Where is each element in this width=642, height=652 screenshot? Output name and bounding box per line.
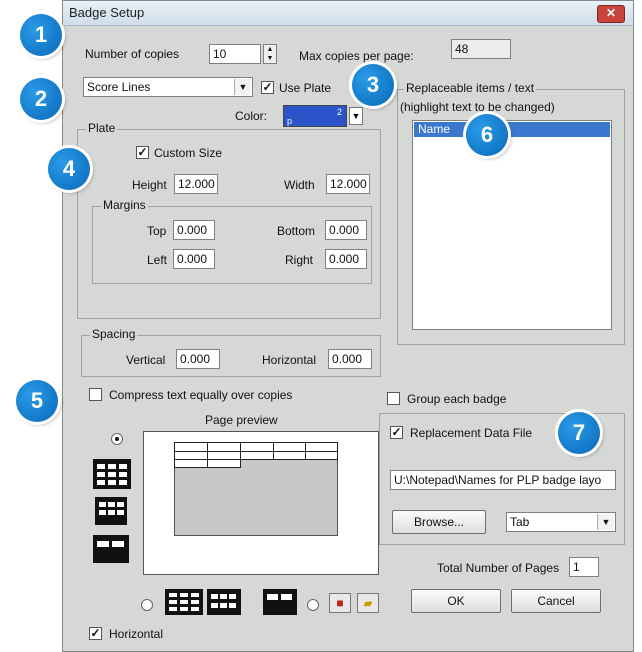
preview-cell — [174, 459, 208, 468]
margins-group-label: Margins — [101, 198, 148, 212]
list-item[interactable]: Name — [414, 122, 610, 137]
replaceable-group-label: Replaceable items / text — [404, 81, 537, 95]
custom-size-label: Custom Size — [154, 146, 223, 160]
plate-group: Plate ✓ Custom Size Height 12.000 Width … — [77, 121, 381, 319]
use-plate-label: Use Plate — [279, 81, 332, 95]
preview-cell — [240, 451, 274, 460]
callout-badge-4: 4 — [48, 148, 90, 190]
color-label: Color: — [235, 109, 268, 123]
spacing-group: Spacing Vertical 0.000 Horizontal 0.000 — [81, 327, 381, 377]
color-value: p — [287, 116, 293, 126]
delimiter-select[interactable]: Tab ▼ — [506, 512, 616, 532]
right-input[interactable]: 0.000 — [325, 249, 367, 269]
callout-badge-6: 6 — [466, 114, 508, 156]
custom-size-checkbox[interactable]: ✓ — [136, 146, 149, 159]
height-label: Height — [132, 178, 167, 192]
preview-cell — [207, 459, 241, 468]
delimiter-value: Tab — [510, 515, 530, 529]
horizontal-spacing-input[interactable]: 0.000 — [328, 349, 372, 369]
horizontal-spacing-label: Horizontal — [262, 353, 317, 367]
right-label: Right — [285, 253, 314, 267]
custom-layout-radio[interactable] — [307, 599, 319, 611]
replaceable-group: Replaceable items / text (highlight text… — [397, 81, 625, 345]
layout-select-value: Score Lines — [87, 80, 151, 94]
callout-badge-5: 5 — [16, 380, 58, 422]
grid-large-icon[interactable] — [93, 535, 129, 563]
width-label: Width — [284, 178, 315, 192]
copies-stepper[interactable]: ▲ ▼ — [263, 44, 277, 64]
replaceable-listbox[interactable]: Name — [412, 120, 612, 330]
group-each-label: Group each badge — [407, 392, 507, 406]
vertical-layout-radio[interactable] — [111, 433, 123, 445]
bottom-input[interactable]: 0.000 — [325, 220, 367, 240]
total-pages-label: Total Number of Pages — [437, 561, 560, 575]
left-input[interactable]: 0.000 — [173, 249, 215, 269]
close-button[interactable]: ✕ — [597, 5, 625, 23]
replacement-label: Replacement Data File — [410, 426, 533, 440]
horizontal-label: Horizontal — [109, 627, 164, 641]
group-each-checkbox[interactable] — [387, 392, 400, 405]
color-dropdown-arrow[interactable]: ▼ — [349, 107, 363, 125]
color-index: 2 — [336, 107, 342, 117]
cancel-button[interactable]: Cancel — [511, 589, 601, 613]
copies-input[interactable]: 10 — [209, 44, 261, 64]
page-preview — [143, 431, 379, 575]
margins-group: Margins Top 0.000 Bottom 0.000 Left 0.00… — [92, 198, 372, 284]
preview-cell — [273, 451, 306, 460]
use-plate-checkbox[interactable]: ✓ — [261, 81, 274, 94]
callout-badge-7: 7 — [558, 412, 600, 454]
left-label: Left — [147, 253, 168, 267]
max-copies-label: Max copies per page: — [299, 49, 414, 63]
top-label: Top — [147, 224, 167, 238]
callout-badge-2: 2 — [20, 78, 62, 120]
layout-select[interactable]: Score Lines ▼ — [83, 77, 253, 97]
replaceable-hint: (highlight text to be changed) — [400, 100, 555, 114]
total-pages-value: 1 — [569, 557, 599, 577]
copies-label: Number of copies — [85, 47, 180, 61]
bottom-label: Bottom — [277, 224, 316, 238]
replacement-checkbox[interactable]: ✓ — [390, 426, 403, 439]
color-swatch[interactable]: p 2 — [283, 105, 347, 127]
height-input[interactable]: 12.000 — [174, 174, 218, 194]
window-title: Badge Setup — [69, 5, 145, 20]
compress-label: Compress text equally over copies — [109, 388, 293, 402]
callout-badge-1: 1 — [20, 14, 62, 56]
title-bar: Badge Setup ✕ — [63, 1, 633, 26]
spacing-group-label: Spacing — [90, 327, 138, 341]
grid-2x3-horizontal-icon[interactable] — [207, 589, 241, 615]
max-copies-value: 48 — [451, 39, 511, 59]
open-folder-icon[interactable]: ▰ — [357, 593, 379, 613]
page-preview-label: Page preview — [205, 413, 278, 427]
preview-cell — [305, 451, 338, 460]
horizontal-layout-radio[interactable] — [141, 599, 153, 611]
chevron-down-icon[interactable]: ▼ — [234, 79, 251, 95]
grid-large-horizontal-icon[interactable] — [263, 589, 297, 615]
width-input[interactable]: 12.000 — [326, 174, 370, 194]
vertical-label: Vertical — [126, 353, 166, 367]
grid-3x3-icon[interactable] — [93, 459, 131, 489]
callout-badge-3: 3 — [352, 64, 394, 106]
browse-button[interactable]: Browse... — [392, 510, 486, 534]
chevron-down-icon[interactable]: ▼ — [597, 514, 614, 530]
horizontal-checkbox[interactable]: ✓ — [89, 627, 102, 640]
grid-2x3-icon[interactable] — [95, 497, 127, 525]
ok-button[interactable]: OK — [411, 589, 501, 613]
vertical-input[interactable]: 0.000 — [176, 349, 220, 369]
save-disk-icon[interactable]: ■ — [329, 593, 351, 613]
plate-group-label: Plate — [86, 121, 118, 135]
grid-3x3-horizontal-icon[interactable] — [165, 589, 203, 615]
compress-checkbox[interactable] — [89, 388, 102, 401]
replacement-path-input[interactable]: U:\Notepad\Names for PLP badge layo — [390, 470, 616, 490]
badge-setup-dialog: Badge Setup ✕ Number of copies 10 ▲ ▼ Max… — [62, 0, 634, 652]
top-input[interactable]: 0.000 — [173, 220, 215, 240]
